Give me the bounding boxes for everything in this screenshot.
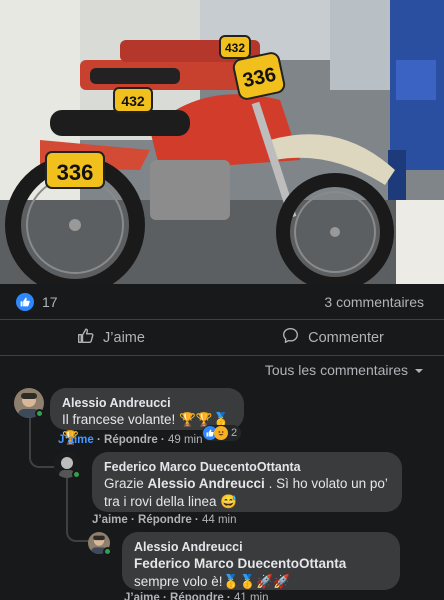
caret-down-icon — [414, 362, 424, 378]
comment-bubble: Federico Marco DuecentoOttanta Grazie Al… — [92, 452, 402, 512]
post-photo[interactable]: 336 432 432 336 — [0, 0, 444, 284]
comment-author[interactable]: Alessio Andreucci — [62, 395, 232, 411]
comment-text-rest: sempre volo è!🥇🥇🚀🚀 — [134, 574, 290, 589]
comment-bubble: Alessio Andreucci Il francese volante! 🏆… — [50, 388, 244, 445]
comment-item: Federico Marco DuecentoOttanta Grazie Al… — [54, 452, 402, 512]
comment-timestamp[interactable]: 44 min — [202, 514, 237, 526]
comment-bubble-icon — [282, 327, 299, 348]
thumbs-up-outline-icon — [77, 327, 94, 348]
comment-reply-link[interactable]: Répondre — [170, 592, 224, 600]
comment-like-link[interactable]: J’aime — [124, 592, 160, 600]
comment-meta: J’aime · Répondre · 41 min — [124, 592, 268, 600]
comment-author[interactable]: Federico Marco DuecentoOttanta — [104, 459, 390, 475]
comment-like-link[interactable]: J’aime — [92, 514, 128, 526]
comment-reply-link[interactable]: Répondre — [138, 514, 192, 526]
comment-text-start: Grazie — [104, 476, 148, 491]
comment-text: Grazie Alessio Andreucci . Sì ho volato … — [104, 475, 390, 511]
comment-mention[interactable]: Federico Marco DuecentoOttanta — [134, 556, 346, 571]
number-plate-text: 336 — [57, 160, 94, 185]
comment-button[interactable]: Commenter — [222, 320, 444, 355]
comment-meta: J’aime · Répondre · 44 min — [92, 514, 237, 526]
comment-bubble: Alessio Andreucci Federico Marco Duecent… — [122, 532, 400, 590]
like-button-label: J’aime — [103, 329, 145, 346]
online-status-dot — [103, 547, 112, 556]
comment-text: Federico Marco DuecentoOttanta sempre vo… — [134, 555, 388, 591]
motorcycles-photo: 336 432 432 336 — [0, 0, 444, 284]
comments-count[interactable]: 3 commentaires — [324, 294, 424, 310]
number-plate-text: 432 — [121, 93, 145, 109]
likes-count: 17 — [42, 293, 58, 310]
number-plate-text: 432 — [225, 41, 245, 55]
post-stats-bar: 17 3 commentaires — [0, 284, 444, 320]
comment-meta: J’aime · Répondre · 49 min — [58, 434, 203, 446]
post-actions-bar: J’aime Commenter — [0, 320, 444, 356]
comment-timestamp[interactable]: 41 min — [234, 592, 269, 600]
comments-sort-dropdown[interactable]: Tous les commentaires — [265, 362, 424, 378]
comment-item: Alessio Andreucci Il francese volante! 🏆… — [14, 388, 244, 445]
comment-item: Alessio Andreucci Federico Marco Duecent… — [88, 532, 400, 590]
comment-like-link[interactable]: J’aime — [58, 434, 94, 446]
comment-timestamp[interactable]: 49 min — [168, 434, 203, 446]
likes-summary[interactable]: 17 — [16, 292, 58, 311]
reaction-count: 2 — [231, 427, 238, 439]
thumbs-up-reaction-icon — [16, 292, 34, 311]
comment-reply-link[interactable]: Répondre — [104, 434, 158, 446]
comment-author[interactable]: Alessio Andreucci — [134, 539, 388, 555]
online-status-dot — [72, 470, 81, 479]
like-button[interactable]: J’aime — [0, 320, 222, 355]
online-status-dot — [35, 409, 44, 418]
comment-reactions[interactable]: 2 — [202, 425, 242, 441]
comment-button-label: Commenter — [308, 329, 384, 346]
laughing-reaction-icon — [214, 426, 228, 440]
comment-mention[interactable]: Alessio Andreucci — [148, 476, 265, 491]
sort-label: Tous les commentaires — [264, 362, 408, 378]
